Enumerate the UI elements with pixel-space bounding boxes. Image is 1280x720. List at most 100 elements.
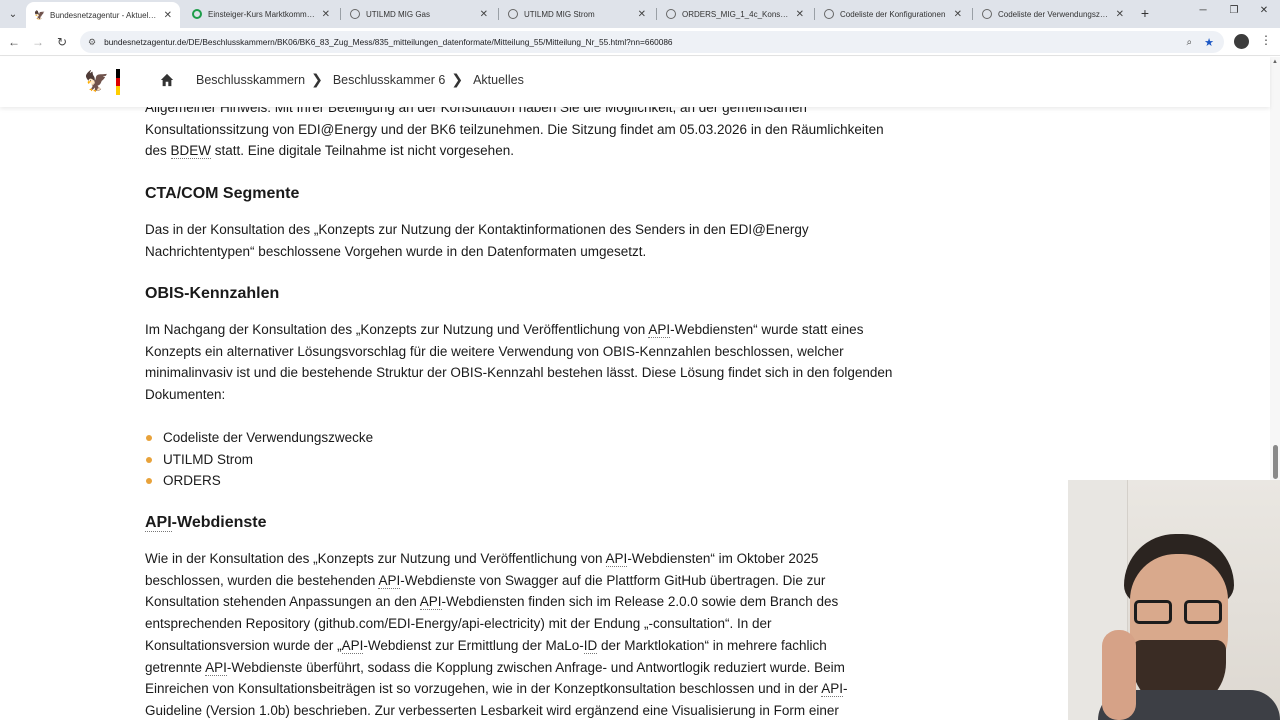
api-text: -Webdienste überführt, sodass die Kopplu… [145,659,845,697]
close-window-icon[interactable]: ✕ [1256,5,1272,16]
german-flag-icon [116,69,120,95]
list-item-label[interactable]: Codeliste der Verwendungszwecke [163,430,373,445]
tab-strip: ⌄ 🦅 Bundesnetzagentur - Aktuelles ✕ Eins… [0,0,1280,28]
tab-title: Einsteiger-Kurs Marktkommunik [208,9,316,19]
abbr-api[interactable]: API [378,572,401,589]
globe-favicon-icon [824,9,834,19]
close-tab-icon[interactable]: ✕ [638,9,646,20]
reload-icon[interactable]: ↻ [54,34,70,50]
tab-separator [498,8,499,20]
list-item-label[interactable]: ORDERS [163,473,221,488]
bundesadler-logo[interactable]: 🦅 [84,68,124,96]
list-item[interactable]: Codeliste der Verwendungszwecke [145,427,373,449]
tab-separator [972,8,973,20]
site-info-icon[interactable]: ⚙ [88,37,96,48]
heading-cta-com: CTA/COM Segmente [145,185,300,202]
chevron-right-icon: ❯ [451,71,464,87]
minimize-icon[interactable]: ─ [1195,5,1211,16]
tab-separator [340,8,341,20]
scroll-up-icon[interactable]: ▲ [1272,59,1278,65]
abbr-api[interactable]: API [205,659,227,676]
tab-title: Codeliste der Verwendungszwe [998,9,1110,19]
abbr-api[interactable]: API [605,551,628,567]
tab-bundesnetzagentur[interactable]: 🦅 Bundesnetzagentur - Aktuelles ✕ [26,2,180,28]
restore-icon[interactable]: ❐ [1226,5,1242,16]
breadcrumb-aktuelles[interactable]: Aktuelles [473,73,524,87]
abbr-bdew[interactable]: BDEW [170,143,212,160]
close-tab-icon[interactable]: ✕ [796,9,804,20]
glasses-lens-left [1134,600,1172,624]
heading-api-rest: -Webdienste [171,514,267,531]
globe-favicon-icon [982,9,992,19]
back-icon[interactable]: ← [6,34,22,50]
api-text: -Webdienst zur Ermittlung der MaLo- [363,637,584,653]
browser-toolbar: ← → ↻ ⚙ bundesnetzagentur.de/DE/Beschlus… [0,28,1280,56]
breadcrumb-beschlusskammern[interactable]: Beschlusskammern [196,73,305,87]
list-item[interactable]: ORDERS [145,470,373,492]
obis-paragraph: Im Nachgang der Konsultation des „Konzep… [145,319,895,406]
url-text[interactable]: bundesnetzagentur.de/DE/Beschlusskammern… [104,37,1186,47]
tab-title: Codeliste der Konfigurationen [840,9,946,19]
forward-icon[interactable]: → [30,34,46,50]
breadcrumb-beschlusskammer-6[interactable]: Beschlusskammer 6 [333,73,446,87]
tab-orders-mig[interactable]: ORDERS_MIG_1_4c_Konsultatio ✕ [658,2,812,26]
abbr-api[interactable]: API [145,514,172,532]
eagle-icon: 🦅 [84,71,109,93]
globe-favicon-icon [666,9,676,19]
site-header: 🦅 Beschlusskammern ❯ Beschlusskammer 6 ❯… [0,57,1270,107]
bullet-dot-icon [146,478,152,485]
list-item[interactable]: UTILMD Strom [145,449,373,471]
tab-einsteiger-kurs[interactable]: Einsteiger-Kurs Marktkommunik ✕ [184,2,338,26]
heading-obis: OBIS-Kennzahlen [145,285,280,302]
document-list: Codeliste der Verwendungszwecke UTILMD S… [145,427,373,492]
flag-stripe-gold [116,86,120,95]
zoom-icon[interactable]: ⌕ [1187,37,1193,48]
tab-codeliste-konfigurationen[interactable]: Codeliste der Konfigurationen ✕ [816,2,970,26]
intro-text-end: statt. Eine digitale Teilnahme ist nicht… [211,143,514,159]
chevron-right-icon: ❯ [311,71,323,87]
tab-title: ORDERS_MIG_1_4c_Konsultatio [682,9,790,19]
webcam-overlay [1068,480,1280,720]
api-paragraph: Wie in der Konsultation des „Konzepts zu… [145,548,885,720]
tab-title: Bundesnetzagentur - Aktuelles [50,10,158,20]
bullet-dot-icon [146,456,152,463]
close-tab-icon[interactable]: ✕ [954,9,962,20]
flag-stripe-black [116,69,120,78]
breadcrumb: Beschlusskammern ❯ Beschlusskammer 6 ❯ A… [160,71,524,88]
profile-avatar[interactable] [1234,34,1249,49]
close-tab-icon[interactable]: ✕ [480,9,488,20]
close-tab-icon[interactable]: ✕ [164,10,172,21]
tab-title: UTILMD MIG Gas [366,9,431,19]
cta-paragraph: Das in der Konsultation des „Konzepts zu… [145,222,809,259]
address-bar[interactable]: ⚙ bundesnetzagentur.de/DE/Beschlusskamme… [80,31,1224,53]
abbr-api[interactable]: API [341,637,364,654]
obis-text: Im Nachgang der Konsultation des „Konzep… [145,322,649,337]
heading-api-webdienste: API-Webdienste [145,512,267,534]
bookmark-star-icon[interactable]: ★ [1204,36,1214,49]
menu-kebab-icon[interactable]: ⋮ [1260,33,1272,47]
webcam-person-glasses [1134,600,1226,626]
list-item-label[interactable]: UTILMD Strom [163,452,253,467]
globe-favicon-icon [508,9,518,19]
course-favicon-icon [192,9,202,19]
tab-title: UTILMD MIG Strom [524,9,595,19]
tab-codeliste-verwendungszwecke[interactable]: Codeliste der Verwendungszwe ✕ [974,2,1132,26]
tab-utilmd-gas[interactable]: UTILMD MIG Gas ✕ [342,2,496,26]
scrollbar-thumb[interactable] [1273,445,1278,479]
abbr-api[interactable]: API [821,681,843,698]
close-tab-icon[interactable]: ✕ [322,9,330,20]
glasses-lens-right [1184,600,1222,624]
new-tab-icon[interactable]: + [1136,4,1154,22]
close-tab-icon[interactable]: ✕ [1116,9,1124,20]
tab-search-chevron-icon[interactable]: ⌄ [4,5,22,23]
abbr-id[interactable]: ID [583,637,598,654]
abbr-api[interactable]: API [648,322,671,338]
eagle-favicon-icon: 🦅 [34,10,46,20]
tab-separator [656,8,657,20]
webcam-person-hand [1102,630,1136,720]
bullet-dot-icon [146,435,152,441]
home-icon[interactable] [160,73,174,87]
flag-stripe-red [116,77,120,87]
abbr-api[interactable]: API [419,594,442,611]
tab-utilmd-strom[interactable]: UTILMD MIG Strom ✕ [500,2,654,26]
